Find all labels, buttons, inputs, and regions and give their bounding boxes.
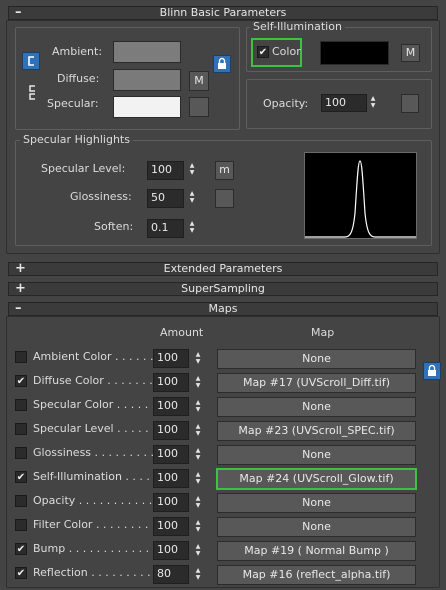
map-amount-spinner[interactable]: ▲ ▼: [193, 447, 203, 461]
map-slot-label: Reflection . . . . . . . . .: [33, 566, 151, 579]
map-slot-label: Bump . . . . . . . . . . . .: [33, 542, 150, 555]
map-column-header: Map: [311, 326, 335, 339]
rollout-title: SuperSampling: [181, 282, 265, 295]
map-amount-field[interactable]: 100: [153, 541, 189, 560]
soften-spinner[interactable]: ▲ ▼: [187, 220, 197, 234]
map-slot-button[interactable]: None: [217, 517, 416, 537]
specular-level-field[interactable]: 100: [147, 161, 184, 180]
self-illumination-group-title: Self-Illumination: [250, 21, 345, 33]
map-slot-button[interactable]: None: [217, 397, 416, 417]
diffuse-label: Diffuse:: [57, 72, 100, 85]
color-lock-toggle-button[interactable]: [22, 52, 40, 70]
maps-lock-button[interactable]: [423, 362, 441, 380]
map-slot-label: Specular Level . . . . . .: [33, 422, 156, 435]
glossiness-spinner[interactable]: ▲ ▼: [187, 190, 197, 204]
self-illum-color-label: Color: [272, 45, 301, 58]
map-amount-spinner[interactable]: ▲ ▼: [193, 351, 203, 365]
rollout-maps-header[interactable]: – Maps: [8, 302, 438, 316]
map-enable-checkbox[interactable]: ✔: [15, 543, 27, 555]
map-slot-label: Ambient Color . . . . . . .: [33, 350, 161, 363]
map-enable-checkbox[interactable]: [15, 447, 27, 459]
rollout-supersampling-header[interactable]: + SuperSampling: [8, 282, 438, 296]
rollout-title: Blinn Basic Parameters: [159, 6, 287, 19]
map-slot-label: Opacity . . . . . . . . . . .: [33, 494, 153, 507]
map-enable-checkbox[interactable]: [15, 351, 27, 363]
map-amount-field[interactable]: 80: [153, 565, 189, 584]
glossiness-label: Glossiness:: [70, 190, 132, 203]
opacity-label: Opacity:: [263, 97, 309, 110]
map-enable-checkbox[interactable]: [15, 519, 27, 531]
self-illum-map-button[interactable]: M: [401, 44, 420, 62]
map-amount-spinner[interactable]: ▲ ▼: [193, 495, 203, 509]
map-slot-label: Filter Color . . . . . . . .: [33, 518, 149, 531]
specular-level-map-button[interactable]: m: [215, 161, 234, 180]
map-amount-field[interactable]: 100: [153, 445, 189, 464]
self-illum-color-swatch[interactable]: [320, 41, 389, 65]
glossiness-field[interactable]: 50: [147, 189, 184, 208]
map-amount-spinner[interactable]: ▲ ▼: [193, 543, 203, 557]
ambient-label: Ambient:: [52, 45, 103, 58]
map-slot-button[interactable]: Map #19 ( Normal Bump ): [217, 541, 416, 561]
map-enable-checkbox[interactable]: [15, 399, 27, 411]
map-slot-button[interactable]: None: [217, 445, 416, 465]
map-amount-spinner[interactable]: ▲ ▼: [193, 375, 203, 389]
rollout-blinn-basic-header[interactable]: – Blinn Basic Parameters: [8, 6, 438, 20]
map-amount-spinner[interactable]: ▲ ▼: [193, 423, 203, 437]
map-amount-field[interactable]: 100: [153, 397, 189, 416]
map-amount-spinner[interactable]: ▲ ▼: [193, 399, 203, 413]
bracket-split-icon: [29, 85, 35, 100]
map-enable-checkbox[interactable]: ✔: [15, 471, 27, 483]
map-enable-checkbox[interactable]: [15, 423, 27, 435]
map-slot-label: Diffuse Color . . . . . . . .: [33, 374, 160, 387]
rollout-title: Extended Parameters: [163, 262, 283, 275]
map-amount-field[interactable]: 100: [153, 517, 189, 536]
map-slot-button[interactable]: None: [217, 493, 416, 513]
map-slot-label: Glossiness . . . . . . . . .: [33, 446, 154, 459]
map-amount-field[interactable]: 100: [153, 469, 189, 488]
map-amount-spinner[interactable]: ▲ ▼: [193, 471, 203, 485]
map-slot-button[interactable]: Map #23 (UVScroll_SPEC.tif): [217, 421, 416, 441]
map-amount-field[interactable]: 100: [153, 349, 189, 368]
rollout-extended-parameters-header[interactable]: + Extended Parameters: [8, 262, 438, 276]
map-slot-button[interactable]: Map #16 (reflect_alpha.tif): [217, 565, 416, 585]
lock-button[interactable]: [213, 55, 231, 73]
highlight-curve-icon: [305, 160, 416, 238]
soften-label: Soften:: [94, 220, 134, 233]
opacity-field[interactable]: 100: [321, 94, 367, 112]
map-slot-button[interactable]: None: [217, 349, 416, 369]
specular-label: Specular:: [47, 97, 99, 110]
specular-highlight-curve-graph: [304, 152, 417, 239]
map-enable-checkbox[interactable]: ✔: [15, 375, 27, 387]
opacity-spinner[interactable]: ▲ ▼: [368, 95, 378, 109]
rollout-title: Maps: [208, 302, 238, 315]
specular-highlights-group-title: Specular Highlights: [20, 134, 133, 146]
map-amount-spinner[interactable]: ▲ ▼: [193, 567, 203, 581]
diffuse-map-button[interactable]: M: [189, 71, 209, 91]
specular-level-spinner[interactable]: ▲ ▼: [187, 162, 197, 176]
opacity-map-button[interactable]: [401, 94, 419, 113]
specular-map-button[interactable]: [189, 97, 209, 117]
map-amount-field[interactable]: 100: [153, 373, 189, 392]
bracket-icon: [28, 56, 34, 66]
map-amount-field[interactable]: 100: [153, 421, 189, 440]
diffuse-color-swatch[interactable]: [113, 69, 181, 91]
lock-icon: [428, 364, 436, 376]
specular-color-swatch[interactable]: [113, 96, 181, 118]
lock-icon: [218, 57, 226, 69]
map-enable-checkbox[interactable]: [15, 495, 27, 507]
glossiness-map-button[interactable]: [215, 189, 234, 208]
map-slot-button[interactable]: Map #17 (UVScroll_Diff.tif): [217, 373, 416, 393]
map-enable-checkbox[interactable]: ✔: [15, 567, 27, 579]
amount-column-header: Amount: [160, 326, 204, 339]
self-illum-color-checkbox[interactable]: ✔: [257, 46, 269, 58]
color-unlock-toggle-button[interactable]: [24, 82, 40, 102]
map-slot-label: Self-Illumination . . . . .: [33, 470, 157, 483]
specular-level-label: Specular Level:: [41, 162, 126, 175]
map-amount-field[interactable]: 100: [153, 493, 189, 512]
map-slot-label: Specular Color . . . . . .: [33, 398, 156, 411]
ambient-color-swatch[interactable]: [113, 41, 181, 63]
soften-field[interactable]: 0.1: [147, 219, 184, 238]
map-slot-button[interactable]: Map #24 (UVScroll_Glow.tif): [216, 468, 417, 490]
map-amount-spinner[interactable]: ▲ ▼: [193, 519, 203, 533]
